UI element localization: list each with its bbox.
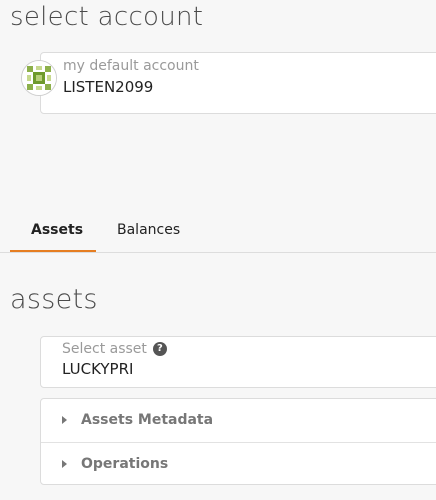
account-caption: my default account bbox=[63, 58, 199, 74]
account-selector[interactable]: my default account LISTEN2099 bbox=[40, 52, 436, 114]
asset-selector-value: LUCKYPRI bbox=[62, 360, 134, 378]
accordion-operations[interactable]: Operations bbox=[41, 442, 436, 486]
account-name: LISTEN2099 bbox=[63, 78, 154, 96]
caret-right-icon bbox=[62, 416, 67, 424]
tab-bar: Assets Balances bbox=[0, 209, 436, 253]
accordion-label: Operations bbox=[81, 456, 169, 472]
accordion-assets-metadata[interactable]: Assets Metadata bbox=[41, 399, 436, 442]
identicon-avatar-icon bbox=[21, 60, 57, 96]
assets-heading: assets bbox=[10, 284, 98, 315]
asset-accordion: Assets Metadata Operations bbox=[40, 398, 436, 485]
tab-assets[interactable]: Assets bbox=[10, 209, 96, 252]
select-account-heading: select account bbox=[10, 2, 204, 32]
asset-selector-caption: Select asset ? bbox=[62, 341, 167, 357]
question-circle-icon[interactable]: ? bbox=[152, 342, 167, 356]
caret-right-icon bbox=[62, 460, 67, 468]
asset-selector-label: Select asset bbox=[62, 341, 147, 357]
accordion-label: Assets Metadata bbox=[81, 412, 214, 428]
asset-selector[interactable]: Select asset ? LUCKYPRI bbox=[40, 336, 436, 388]
tab-balances[interactable]: Balances bbox=[117, 209, 180, 252]
